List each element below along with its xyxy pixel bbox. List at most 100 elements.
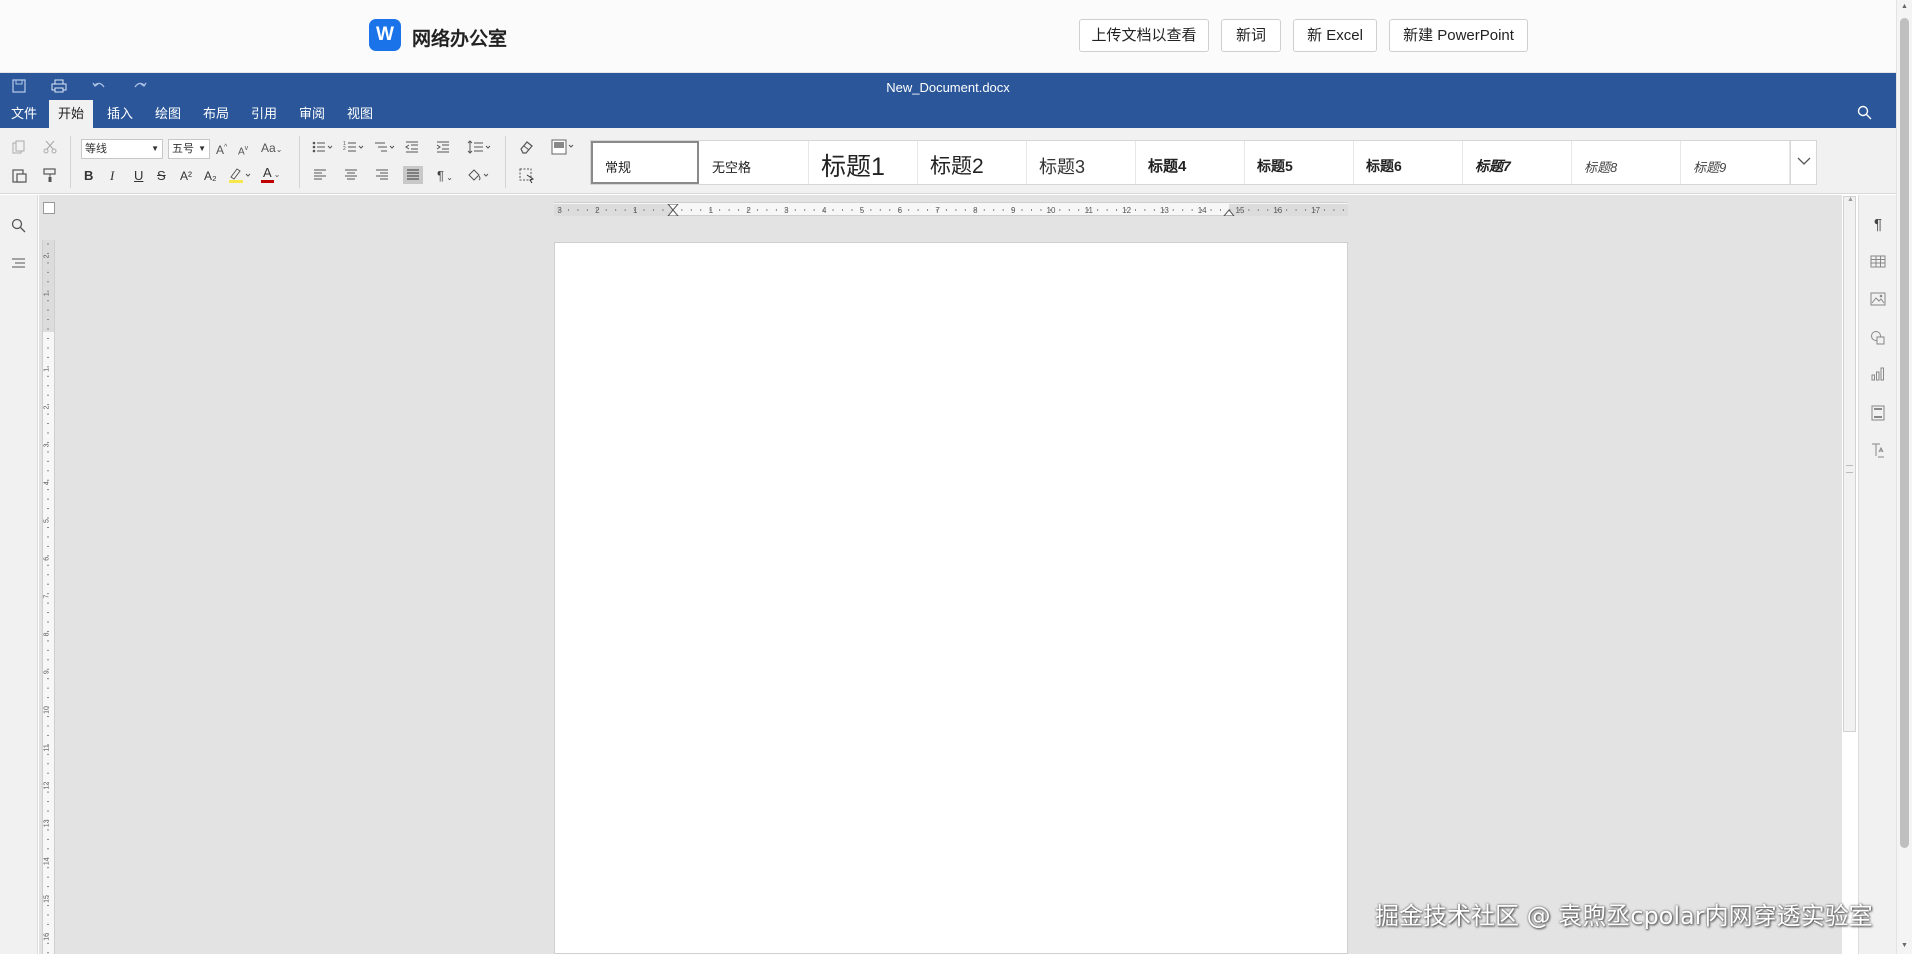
styles-gallery: 常规 无空格 标题1 标题2 标题3 标题4 标题5 标题6 标题7 标题8 标…	[590, 140, 1817, 185]
horizontal-ruler[interactable]: 3 2 1 1 2 3 4 5 6 7 8 9 10 11 12 13 14 15 16 17	[554, 202, 1348, 217]
style-normal[interactable]: 常规	[591, 141, 699, 184]
paste-icon[interactable]	[12, 168, 27, 187]
style-heading7[interactable]: 标题7	[1463, 141, 1572, 184]
text-art-icon[interactable]	[1869, 443, 1887, 461]
superscript-button[interactable]: A²	[180, 168, 192, 184]
tab-layout[interactable]: 布局	[195, 100, 237, 128]
new-word-button[interactable]: 新词	[1221, 19, 1281, 52]
ruler-tick-label: 9	[1011, 206, 1016, 215]
clear-formatting-icon[interactable]	[519, 140, 534, 158]
select-icon[interactable]	[519, 168, 535, 188]
tab-review[interactable]: 审阅	[291, 100, 333, 128]
ruler-tick-label: 11	[1085, 206, 1094, 215]
find-icon[interactable]	[11, 218, 26, 236]
image-icon[interactable]	[1869, 292, 1887, 309]
style-heading9[interactable]: 标题9	[1681, 141, 1790, 184]
tab-draw[interactable]: 绘图	[147, 100, 189, 128]
new-powerpoint-button[interactable]: 新建 PowerPoint	[1389, 19, 1528, 52]
scroll-grip-icon[interactable]	[1846, 465, 1853, 473]
pilcrow-icon[interactable]: ¶	[1869, 216, 1887, 233]
ruler-tick-label: 8	[973, 206, 978, 215]
search-icon[interactable]	[1857, 105, 1872, 123]
numbered-list-icon[interactable]: 12	[343, 140, 365, 158]
style-no-spacing[interactable]: 无空格	[700, 141, 809, 184]
chevron-down-icon	[1797, 157, 1811, 165]
ruler-left-margin	[554, 204, 673, 216]
font-name-select[interactable]: 等线 ▼	[81, 139, 163, 159]
grow-font-label: A	[216, 143, 225, 157]
scroll-up-arrow-icon[interactable]: ▲	[1847, 196, 1854, 203]
pilcrow-label: ¶	[437, 168, 444, 183]
style-heading5[interactable]: 标题5	[1245, 141, 1354, 184]
ruler-tick-label: 9	[44, 670, 51, 674]
subscript-button[interactable]: A₂	[204, 168, 217, 184]
shading-icon[interactable]	[466, 168, 492, 186]
document-scrollbar[interactable]: ▲	[1843, 196, 1856, 732]
font-size-select[interactable]: 五号 ▼	[168, 139, 210, 159]
header-footer-icon[interactable]	[1869, 405, 1887, 424]
bold-button[interactable]: B	[84, 168, 93, 184]
vertical-ruler[interactable]: 2 1 1 2 3 4 5 6 7 8 9 10 11 12 13 14 15 16	[42, 240, 55, 954]
style-heading8[interactable]: 标题8	[1572, 141, 1681, 184]
increase-indent-icon[interactable]	[436, 140, 450, 158]
cut-icon[interactable]	[43, 140, 57, 158]
style-heading6[interactable]: 标题6	[1354, 141, 1463, 184]
style-heading2[interactable]: 标题2	[918, 141, 1027, 184]
align-center-icon[interactable]	[344, 169, 358, 185]
grow-font-button[interactable]: A^	[216, 140, 227, 158]
highlight-color-button[interactable]	[228, 166, 252, 188]
document-page[interactable]	[554, 242, 1348, 954]
chart-icon[interactable]	[1869, 367, 1887, 384]
shape-icon[interactable]	[1869, 330, 1887, 348]
chevron-down-icon: ▼	[198, 144, 206, 153]
strikethrough-button[interactable]: S	[157, 168, 166, 184]
new-excel-button[interactable]: 新 Excel	[1293, 19, 1377, 52]
table-icon[interactable]	[1869, 255, 1887, 271]
ruler-tick-label: 2	[746, 206, 751, 215]
page-scrollbar[interactable]: ▲ ▼	[1896, 0, 1912, 954]
justify-icon[interactable]	[403, 166, 423, 188]
italic-button[interactable]: I	[110, 168, 114, 184]
upload-document-button[interactable]: 上传文档以查看	[1079, 19, 1209, 52]
right-sidebar: ¶	[1858, 195, 1896, 954]
title-bar: New_Document.docx 文件 开始 插入 绘图 布局 引用 审阅 视…	[0, 73, 1896, 128]
format-painter-icon[interactable]	[43, 168, 57, 187]
ruler-tick-label: 3	[44, 443, 51, 447]
line-spacing-icon[interactable]	[467, 140, 493, 158]
ruler-tick-label: 4	[44, 481, 51, 485]
tab-file[interactable]: 文件	[4, 100, 44, 128]
navigation-icon[interactable]	[11, 257, 26, 273]
bullet-list-icon[interactable]	[312, 140, 334, 158]
font-color-letter: A	[261, 166, 274, 183]
borders-icon[interactable]	[551, 139, 577, 159]
scroll-up-arrow-icon[interactable]: ▲	[1901, 3, 1908, 10]
change-case-button[interactable]: Aa⌄	[261, 140, 282, 158]
svg-text:2: 2	[343, 146, 346, 152]
page-scrollbar-thumb[interactable]	[1900, 18, 1909, 848]
multilevel-list-icon[interactable]	[374, 140, 396, 158]
scroll-down-arrow-icon[interactable]: ▼	[1901, 942, 1908, 949]
font-color-button[interactable]: A ⌄	[261, 165, 280, 183]
styles-expand-button[interactable]	[1790, 140, 1817, 185]
shrink-font-button[interactable]: Av	[238, 141, 248, 160]
change-case-label: Aa	[261, 141, 276, 155]
underline-button[interactable]: U	[134, 168, 143, 184]
align-right-icon[interactable]	[375, 169, 389, 185]
style-heading3[interactable]: 标题3	[1027, 141, 1136, 184]
ruler-tick-label: 10	[1047, 206, 1056, 215]
decrease-indent-icon[interactable]	[405, 140, 419, 158]
style-heading4[interactable]: 标题4	[1136, 141, 1245, 184]
tab-insert[interactable]: 插入	[99, 100, 141, 128]
ruler-tick-label: 1	[633, 206, 638, 215]
tab-view[interactable]: 视图	[339, 100, 381, 128]
style-heading1[interactable]: 标题1	[809, 141, 918, 184]
copy-icon[interactable]	[12, 140, 26, 158]
pilcrow-menu-button[interactable]: ¶ ⌄	[437, 168, 453, 186]
tab-references[interactable]: 引用	[243, 100, 285, 128]
align-left-icon[interactable]	[313, 169, 327, 185]
tab-stop-selector[interactable]	[43, 202, 55, 214]
tab-home[interactable]: 开始	[49, 100, 93, 128]
ruler-tick-label: 13	[1160, 206, 1169, 215]
left-sidebar	[0, 195, 38, 954]
ruler-tick-label: 8	[44, 632, 51, 636]
